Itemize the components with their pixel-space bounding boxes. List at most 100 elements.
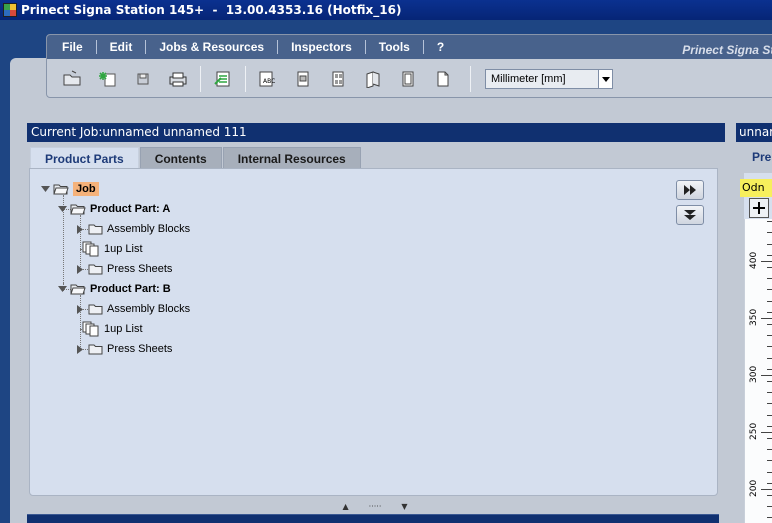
print-button[interactable] — [164, 66, 192, 92]
menu-tools[interactable]: Tools — [366, 35, 423, 59]
drag-handle-icon[interactable]: ····· — [369, 502, 382, 511]
collapse-icon[interactable] — [40, 184, 50, 194]
save-icon — [137, 73, 149, 85]
expand-icon[interactable] — [75, 264, 85, 274]
chevron-down-icon[interactable]: ▼ — [401, 502, 407, 511]
ruler-tick — [767, 483, 772, 485]
ruler-tick — [767, 312, 772, 314]
toolbar-separator — [245, 66, 246, 92]
ruler-tick — [767, 460, 772, 462]
fold-sheet-button[interactable] — [359, 66, 387, 92]
folder-open-icon — [70, 283, 86, 295]
preview-label: Odn — [740, 179, 772, 197]
ruler-tick — [767, 278, 772, 279]
ruler-major-tick — [761, 432, 772, 433]
spelling-button[interactable]: ABC — [254, 66, 282, 92]
zoom-in-button[interactable] — [749, 198, 769, 218]
imposition-button[interactable] — [324, 66, 352, 92]
toolbar: ABC Millimeter [mm] — [47, 59, 772, 99]
text-abc-icon: ABC — [259, 71, 275, 87]
tree-node-product-part-b[interactable]: Product Part: B — [57, 280, 171, 298]
menu-inspectors[interactable]: Inspectors — [278, 35, 365, 59]
ruler-tick — [767, 392, 772, 393]
ruler-label: 250 — [749, 422, 759, 440]
bottom-panel-header — [27, 514, 719, 523]
tree-node-assembly-blocks[interactable]: Assembly Blocks — [75, 220, 190, 238]
open-folder-icon — [63, 70, 81, 86]
toolbar-separator — [470, 66, 471, 92]
tree-node-press-sheets[interactable]: Press Sheets — [75, 260, 172, 278]
unit-select[interactable]: Millimeter [mm] — [485, 69, 613, 89]
tree-label-product-part: Product Part: A — [90, 203, 171, 215]
window-titlebar: Prinect Signa Station 145+ - 13.00.4353.… — [0, 0, 772, 20]
tree-label: 1up List — [104, 323, 143, 335]
single-page-icon — [402, 71, 414, 87]
menu-edit[interactable]: Edit — [97, 35, 146, 59]
ruler-tick — [767, 323, 772, 325]
expand-all-button[interactable] — [676, 180, 704, 200]
tree-label: 1up List — [104, 243, 143, 255]
tab-preview[interactable]: Pre — [752, 150, 771, 164]
ruler-major-tick — [761, 489, 772, 490]
tab-contents[interactable]: Contents — [139, 147, 222, 169]
new-job-icon — [99, 72, 116, 87]
ruler-label: 400 — [749, 251, 759, 269]
tree-node-1up-list[interactable]: 1up List — [75, 320, 143, 338]
expand-icon[interactable] — [75, 344, 85, 354]
ruler-tick — [767, 449, 772, 450]
ruler-label: 300 — [749, 365, 759, 383]
chevron-down-icon[interactable] — [598, 70, 612, 88]
ruler-tick — [767, 357, 772, 359]
folder-icon — [88, 264, 103, 275]
expand-icon[interactable] — [75, 224, 85, 234]
unit-select-value: Millimeter [mm] — [491, 73, 566, 85]
blank-page-button[interactable] — [429, 66, 457, 92]
expand-icon[interactable] — [75, 304, 85, 314]
ruler-tick — [767, 255, 772, 257]
tree-label-product-part: Product Part: B — [90, 283, 171, 295]
open-job-button[interactable] — [59, 66, 87, 92]
fast-forward-icon — [684, 185, 696, 195]
ruler-tick — [767, 426, 772, 428]
page-icon — [297, 71, 309, 87]
job-wizard-button[interactable] — [209, 66, 237, 92]
tree-node-job[interactable]: Job — [40, 180, 99, 198]
collapse-icon[interactable] — [57, 204, 67, 214]
tree-node-1up-list[interactable]: 1up List — [75, 240, 143, 258]
menu-help[interactable]: ? — [424, 35, 457, 59]
page-list-icon — [82, 241, 100, 257]
ruler-tick — [767, 266, 772, 268]
printer-icon — [169, 72, 187, 87]
chevron-up-icon[interactable]: ▲ — [342, 502, 348, 511]
collapse-all-button[interactable] — [676, 205, 704, 225]
plus-icon — [753, 202, 765, 214]
svg-text:ABC: ABC — [263, 78, 275, 85]
ruler-tick — [767, 289, 772, 291]
ruler-tick — [767, 346, 772, 348]
tree-node-product-part-a[interactable]: Product Part: A — [57, 200, 170, 218]
tree-node-press-sheets[interactable]: Press Sheets — [75, 340, 172, 358]
folder-icon — [88, 344, 103, 355]
save-button[interactable] — [129, 66, 157, 92]
menu-file[interactable]: File — [49, 35, 96, 59]
tab-product-parts[interactable]: Product Parts — [30, 147, 139, 170]
ruler-tick — [767, 380, 772, 382]
single-page-button[interactable] — [394, 66, 422, 92]
ruler-tick — [767, 300, 772, 302]
collapse-icon[interactable] — [57, 284, 67, 294]
job-panel: Current Job:unnamed unnamed 111 Product … — [27, 123, 725, 500]
ruler-tick — [767, 403, 772, 405]
panel-splitter[interactable]: ▲ ····· ▼ — [330, 502, 420, 511]
ruler-major-tick — [761, 375, 772, 376]
folder-icon — [88, 304, 103, 315]
tab-internal-resources[interactable]: Internal Resources — [222, 147, 361, 169]
ruler-tick — [767, 369, 772, 371]
tree-node-assembly-blocks[interactable]: Assembly Blocks — [75, 300, 190, 318]
page-contents-button[interactable] — [289, 66, 317, 92]
menu-jobs-resources[interactable]: Jobs & Resources — [146, 35, 277, 59]
preview-panel: unnar Pre Odn 400 350 300 250 200 — [736, 123, 772, 523]
ruler-tick — [767, 232, 772, 234]
new-job-button[interactable] — [94, 66, 122, 92]
app-icon — [3, 3, 17, 17]
ruler-tick — [767, 437, 772, 439]
